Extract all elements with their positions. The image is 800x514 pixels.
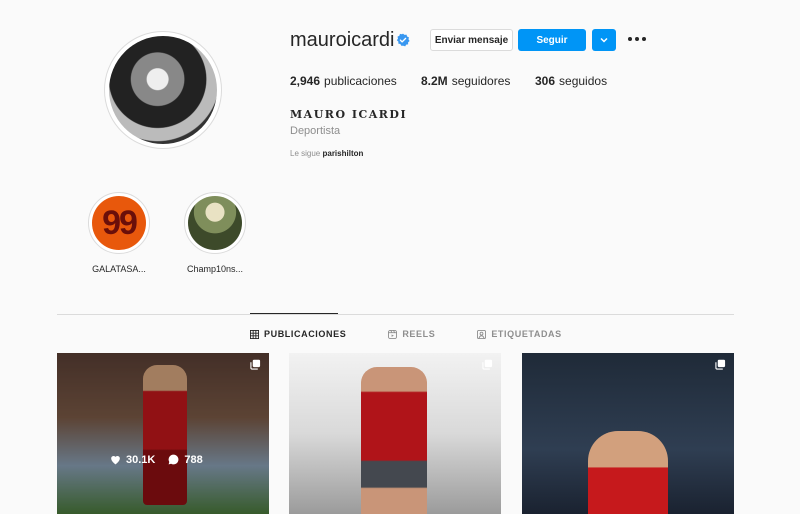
hover-overlay [57, 353, 269, 514]
tab-label: ETIQUETADAS [491, 329, 562, 339]
followers-value: 8.2M [421, 74, 448, 88]
comments-value: 788 [184, 453, 203, 466]
username: mauroicardi [290, 29, 395, 51]
highlight-label: Champ10ns... [186, 264, 244, 274]
followers-count[interactable]: 8.2M seguidores [421, 74, 535, 88]
more-options-button[interactable] [628, 33, 648, 45]
followed-by[interactable]: Le sigue parishilton [290, 149, 363, 158]
post-image [588, 431, 668, 514]
grid-icon [250, 329, 259, 339]
followed-by-prefix: Le sigue [290, 149, 321, 158]
posts-label: publicaciones [324, 74, 397, 88]
follow-button[interactable]: Seguir [518, 29, 586, 51]
comments-count: 788 [167, 453, 203, 466]
multiple-posts-icon [250, 359, 261, 370]
profile-picture[interactable] [109, 36, 217, 144]
followed-by-user[interactable]: parishilton [322, 149, 363, 158]
tagged-icon [477, 329, 487, 339]
multiple-posts-icon [482, 359, 493, 370]
heart-icon [111, 455, 120, 465]
suggested-accounts-button[interactable] [592, 29, 616, 51]
profile-stats: 2,946 publicaciones 8.2M seguidores 306 … [290, 74, 607, 88]
chevron-down-icon [600, 37, 608, 43]
highlight-label: GALATASA... [92, 264, 146, 274]
highlight-galatasaray[interactable]: 99 [92, 196, 146, 250]
tabs-divider [57, 314, 734, 315]
multiple-posts-icon [715, 359, 726, 370]
active-tab-indicator [250, 313, 338, 314]
reels-icon [388, 329, 398, 339]
full-name: MAURO ICARDI [290, 108, 408, 121]
tab-label: REELS [402, 329, 436, 339]
post-thumbnail[interactable] [289, 353, 501, 514]
dot-icon [628, 37, 632, 41]
comment-icon [168, 454, 179, 465]
post-image [361, 367, 427, 514]
tab-tagged[interactable]: ETIQUETADAS [477, 329, 561, 339]
following-label: seguidos [559, 74, 608, 88]
post-stats: 30.1K 788 [109, 453, 203, 466]
category: Deportista [290, 125, 341, 137]
posts-value: 2,946 [290, 74, 321, 88]
highlight-badge: 99 [102, 203, 138, 242]
profile-tabs: PUBLICACIONES REELS ETIQUETADAS [250, 329, 562, 339]
likes-value: 30.1K [126, 453, 156, 466]
tab-reels[interactable]: REELS [388, 329, 435, 339]
tab-posts[interactable]: PUBLICACIONES [250, 329, 346, 339]
tab-label: PUBLICACIONES [264, 329, 347, 339]
following-value: 306 [535, 74, 556, 88]
likes-count: 30.1K [109, 453, 155, 466]
post-thumbnail[interactable]: 30.1K 788 [57, 353, 269, 514]
verified-badge-icon [396, 33, 410, 47]
dot-icon [635, 37, 639, 41]
post-thumbnail[interactable] [522, 353, 734, 514]
dot-icon [642, 37, 646, 41]
following-count[interactable]: 306 seguidos [535, 74, 607, 88]
followers-label: seguidores [451, 74, 511, 88]
send-message-button[interactable]: Enviar mensaje [430, 29, 513, 51]
highlight-champions[interactable] [188, 196, 242, 250]
posts-count: 2,946 publicaciones [290, 74, 421, 88]
